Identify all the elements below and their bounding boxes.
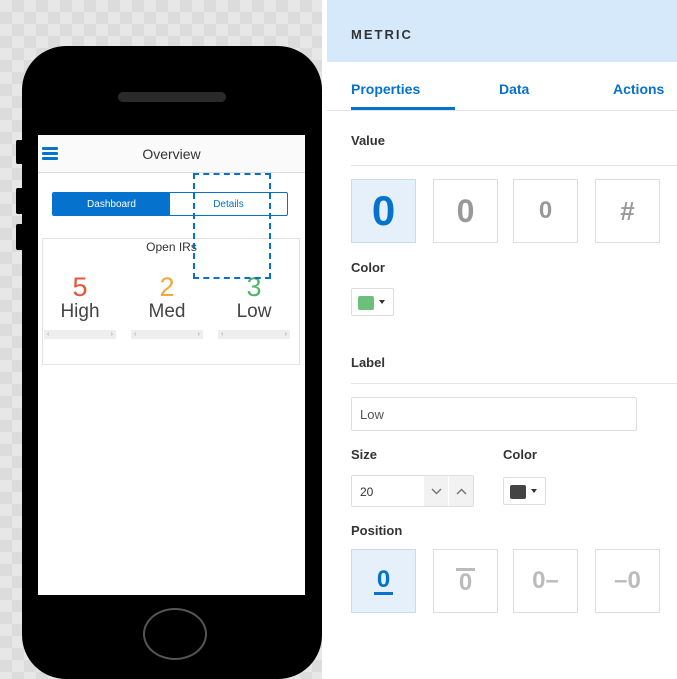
chevron-up-icon[interactable] [449,476,473,506]
metric-scrollbar[interactable]: ‹ › [44,330,116,339]
metric-label: Med [148,301,186,322]
tab-actions[interactable]: Actions [613,81,664,97]
app-header: Overview [38,135,305,173]
metric-scrollbar[interactable]: ‹ › [218,330,290,339]
caret-down-icon [531,489,537,493]
scroll-right-icon: › [284,331,287,338]
value-size-small-button[interactable]: 0 [513,179,578,243]
segment-dashboard[interactable]: Dashboard [53,193,170,215]
scroll-left-icon: ‹ [221,331,224,338]
value-color-label: Color [351,260,385,275]
properties-panel: METRIC Properties Data Actions Value 0 0… [327,0,677,679]
scroll-left-icon: ‹ [47,331,50,338]
label-size-stepper[interactable]: 20 [351,475,474,507]
scroll-right-icon: › [110,331,113,338]
value-size-medium-button[interactable]: 0 [433,179,498,243]
value-heading: Value [351,133,385,148]
value-size-large-button[interactable]: 0 [351,179,416,243]
color-swatch [358,296,374,310]
caret-down-icon [379,300,385,304]
label-heading: Label [351,355,385,370]
app-title: Overview [142,146,201,162]
tab-properties[interactable]: Properties [351,81,420,97]
phone-speaker [118,92,226,102]
metric-high[interactable]: 5 High ‹ › [40,273,120,339]
label-text-input[interactable]: Low [351,397,637,431]
scroll-right-icon: › [197,331,200,338]
scroll-left-icon: ‹ [134,331,137,338]
position-right-button[interactable]: 0– [513,549,578,613]
size-value: 20 [360,485,374,499]
metric-label: Low [236,301,272,322]
selection-outline [193,173,271,279]
phone-side-button [16,224,26,250]
metric-med[interactable]: 2 Med ‹ › [127,273,207,339]
metric-value: 5 [72,272,88,302]
phone-side-button [16,140,26,164]
value-format-button[interactable]: # [595,179,660,243]
hash-icon: # [620,195,635,226]
metric-label: High [60,301,100,322]
metric-low[interactable]: 3 Low ‹ › [214,273,294,339]
phone-frame: Overview Dashboard Details Open IRs 5 Hi… [16,46,322,679]
tab-data[interactable]: Data [499,81,529,97]
position-above-button[interactable]: 0 [433,549,498,613]
active-tab-indicator [351,107,455,110]
phone-home-button [143,608,207,660]
position-left-button[interactable]: –0 [595,549,660,613]
color-swatch [510,485,526,499]
divider [351,165,677,166]
position-label: Position [351,523,403,538]
metric-scrollbar[interactable]: ‹ › [131,330,203,339]
phone-side-button [16,188,26,214]
chevron-down-icon[interactable] [424,476,448,506]
size-label: Size [351,447,378,462]
label-color-picker[interactable] [503,477,546,505]
panel-tabs: Properties Data Actions [327,62,677,111]
label-color-label: Color [503,447,537,462]
value-color-picker[interactable] [351,288,394,316]
position-below-button[interactable]: 0 [351,549,416,613]
divider [351,383,677,384]
panel-title: METRIC [327,0,677,62]
